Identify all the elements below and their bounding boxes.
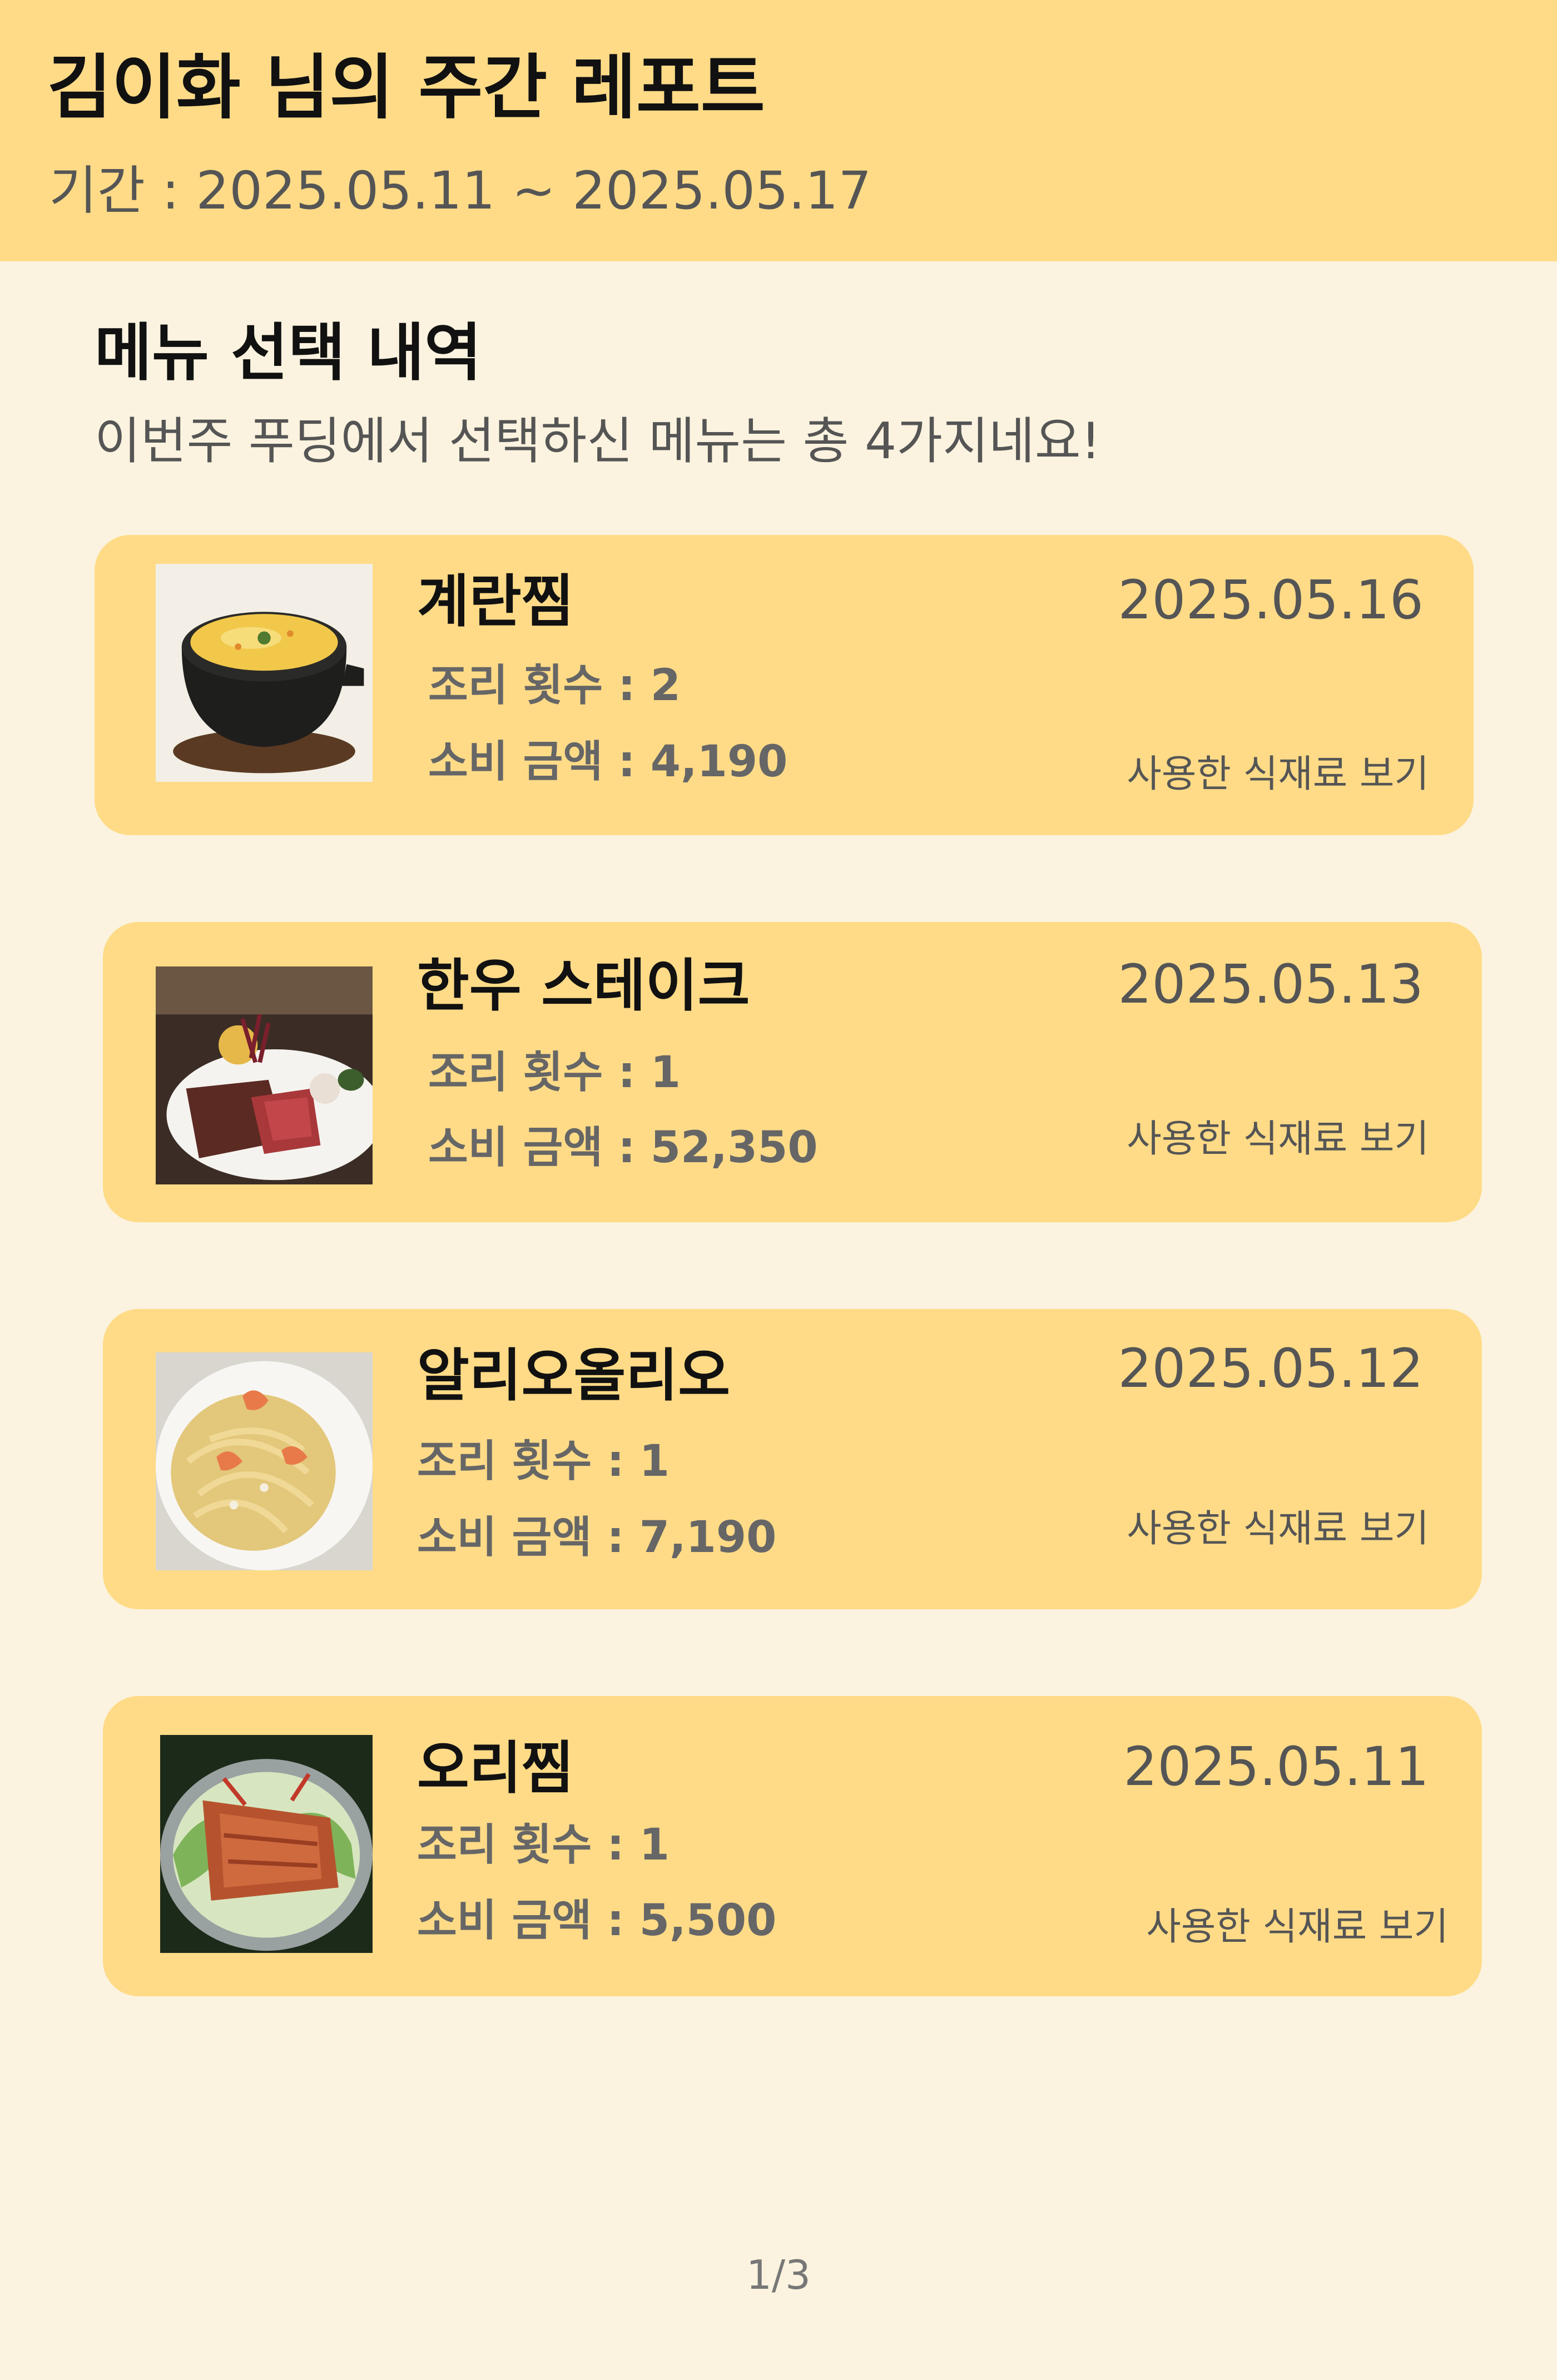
menu-date: 2025.05.16 bbox=[1118, 569, 1424, 631]
view-ingredients-link[interactable]: 사용한 식재료 보기 bbox=[1146, 1905, 1449, 1950]
report-period: 기간 : 2025.05.11 ~ 2025.05.17 bbox=[49, 161, 872, 221]
menu-name: 계란찜 bbox=[417, 569, 574, 635]
menu-card[interactable]: 알리오올리오 2025.05.12 조리 횟수 : 1 소비 금액 : 7,19… bbox=[103, 1309, 1482, 1609]
view-ingredients-link[interactable]: 사용한 식재료 보기 bbox=[1127, 752, 1429, 797]
report-header: 김이화 님의 주간 레포트 기간 : 2025.05.11 ~ 2025.05.… bbox=[0, 0, 1557, 261]
menu-card[interactable]: 오리찜 2025.05.11 조리 횟수 : 1 소비 금액 : 5,500 사… bbox=[103, 1696, 1482, 1996]
cook-count: 조리 횟수 : 2 bbox=[428, 661, 681, 711]
view-ingredients-link[interactable]: 사용한 식재료 보기 bbox=[1127, 1117, 1429, 1162]
spend-amount: 소비 금액 : 52,350 bbox=[428, 1123, 818, 1173]
steak-photo bbox=[156, 966, 373, 1184]
duck-photo bbox=[160, 1735, 373, 1953]
menu-card[interactable]: 계란찜 2025.05.16 조리 횟수 : 2 소비 금액 : 4,190 사… bbox=[95, 535, 1474, 835]
section-title: 메뉴 선택 내역 bbox=[95, 317, 482, 389]
view-ingredients-link[interactable]: 사용한 식재료 보기 bbox=[1127, 1506, 1429, 1552]
page-indicator: 1/3 bbox=[746, 2252, 811, 2298]
spend-amount: 소비 금액 : 7,190 bbox=[417, 1513, 777, 1563]
menu-date: 2025.05.11 bbox=[1123, 1736, 1429, 1798]
cook-count: 조리 횟수 : 1 bbox=[417, 1436, 670, 1486]
pasta-photo bbox=[156, 1352, 373, 1570]
menu-date: 2025.05.12 bbox=[1118, 1337, 1424, 1400]
cook-count: 조리 횟수 : 1 bbox=[417, 1820, 670, 1870]
steamed-egg-photo bbox=[156, 564, 373, 782]
spend-amount: 소비 금액 : 5,500 bbox=[417, 1896, 777, 1946]
menu-name: 오리찜 bbox=[417, 1736, 574, 1802]
menu-name: 한우 스테이크 bbox=[417, 953, 750, 1019]
section-subtitle: 이번주 푸딩에서 선택하신 메뉴는 총 4가지네요! bbox=[95, 412, 1101, 470]
menu-name: 알리오올리오 bbox=[417, 1343, 731, 1409]
cook-count: 조리 횟수 : 1 bbox=[428, 1048, 681, 1098]
spend-amount: 소비 금액 : 4,190 bbox=[428, 737, 788, 787]
menu-date: 2025.05.13 bbox=[1118, 953, 1424, 1015]
menu-card[interactable]: 한우 스테이크 2025.05.13 조리 횟수 : 1 소비 금액 : 52,… bbox=[103, 922, 1482, 1222]
report-title: 김이화 님의 주간 레포트 bbox=[47, 47, 765, 128]
